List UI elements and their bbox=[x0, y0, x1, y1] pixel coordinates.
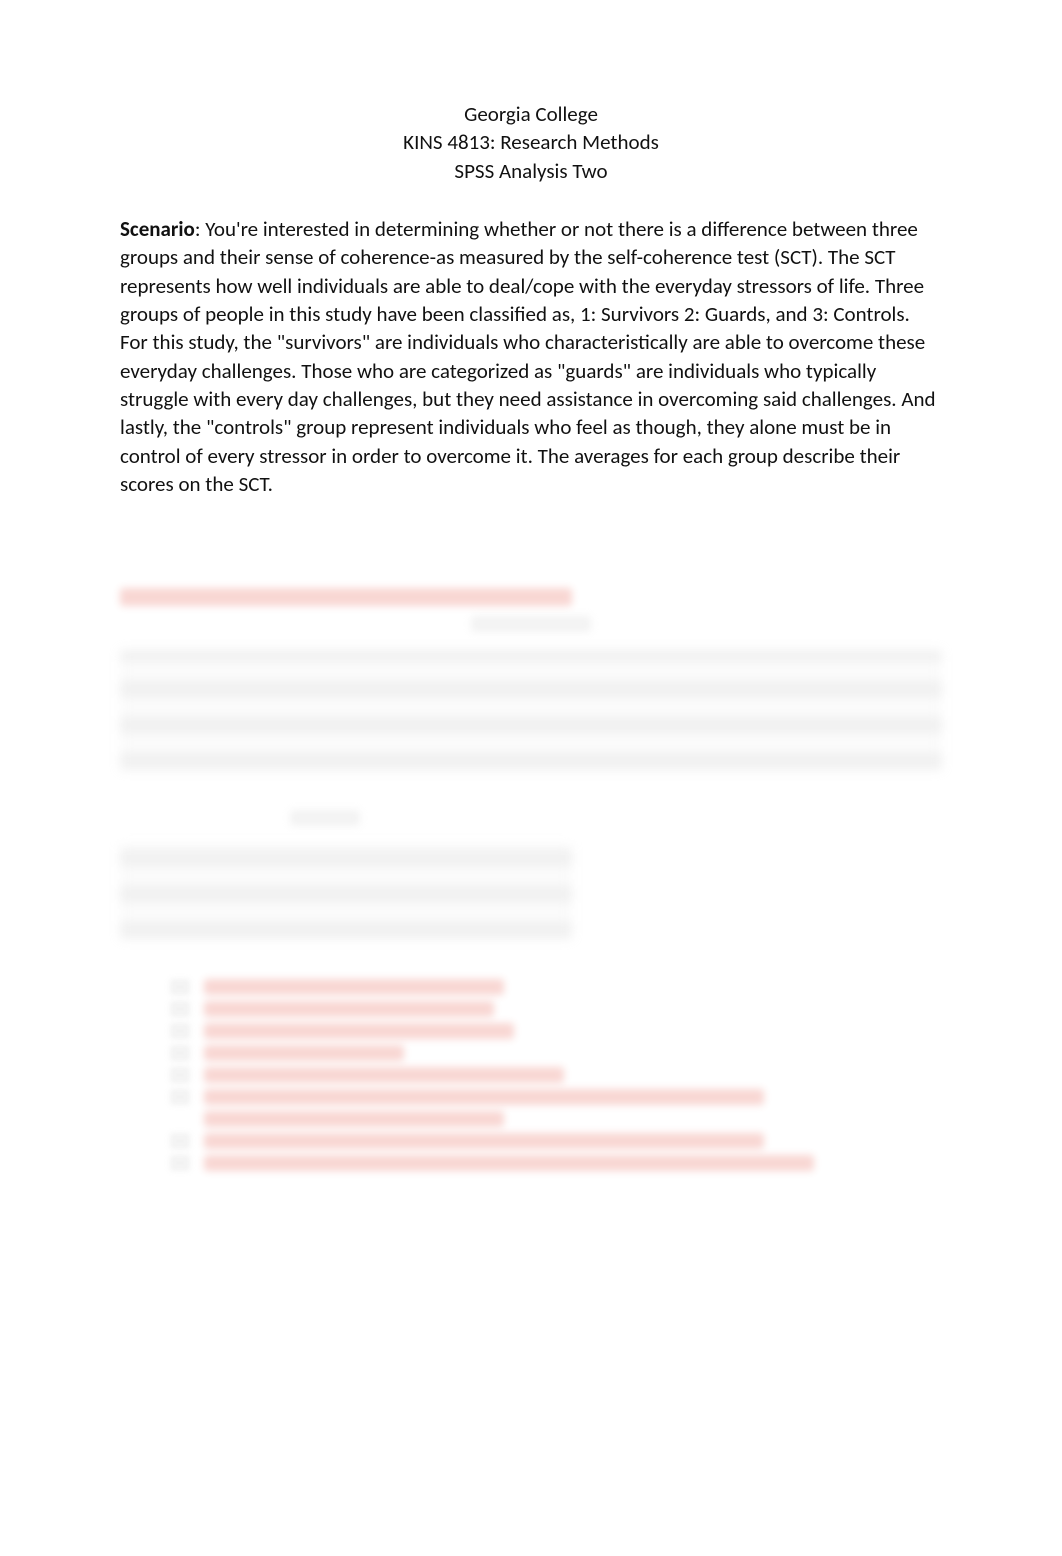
obscured-q1-text bbox=[204, 979, 504, 995]
obscured-q2-text bbox=[204, 1001, 494, 1017]
obscured-q6b-text bbox=[204, 1111, 504, 1127]
scenario-label: Scenario bbox=[120, 216, 195, 242]
obscured-question-4 bbox=[170, 1045, 942, 1061]
obscured-q4-text bbox=[204, 1045, 404, 1061]
obscured-question-2 bbox=[170, 1001, 942, 1017]
obscured-q1-number bbox=[170, 979, 190, 995]
obscured-question-3 bbox=[170, 1023, 942, 1039]
obscured-q8-number bbox=[170, 1155, 190, 1171]
obscured-table2-caption bbox=[290, 810, 360, 826]
header-institution: Georgia College bbox=[120, 100, 942, 128]
header-assignment: SPSS Analysis Two bbox=[120, 157, 942, 185]
obscured-q2-number bbox=[170, 1001, 190, 1017]
obscured-question-1 bbox=[170, 979, 942, 995]
obscured-question-5 bbox=[170, 1067, 942, 1083]
obscured-q3-text bbox=[204, 1023, 514, 1039]
obscured-q7-number bbox=[170, 1133, 190, 1149]
obscured-descriptives-table bbox=[120, 650, 942, 770]
document-header: Georgia College KINS 4813: Research Meth… bbox=[120, 100, 942, 185]
scenario-text: : You're interested in determining wheth… bbox=[120, 216, 936, 497]
obscured-question-6b bbox=[204, 1111, 942, 1127]
obscured-intro-line bbox=[120, 588, 572, 606]
obscured-question-8 bbox=[170, 1155, 942, 1171]
obscured-table1-caption bbox=[471, 616, 591, 632]
obscured-q3-number bbox=[170, 1023, 190, 1039]
obscured-q8-text bbox=[204, 1155, 814, 1171]
obscured-q5-number bbox=[170, 1067, 190, 1083]
obscured-anova-table bbox=[120, 844, 572, 939]
obscured-q7-text bbox=[204, 1133, 764, 1149]
obscured-question-6 bbox=[170, 1089, 942, 1105]
obscured-region bbox=[120, 588, 942, 1171]
obscured-question-7 bbox=[170, 1133, 942, 1149]
document-page: Georgia College KINS 4813: Research Meth… bbox=[0, 0, 1062, 1556]
obscured-q5-text bbox=[204, 1067, 564, 1083]
obscured-q4-number bbox=[170, 1045, 190, 1061]
obscured-q6-text bbox=[204, 1089, 764, 1105]
scenario-paragraph: Scenario: You're interested in determini… bbox=[120, 215, 942, 498]
obscured-question-list bbox=[120, 979, 942, 1171]
obscured-q6-number bbox=[170, 1089, 190, 1105]
header-course: KINS 4813: Research Methods bbox=[120, 128, 942, 156]
